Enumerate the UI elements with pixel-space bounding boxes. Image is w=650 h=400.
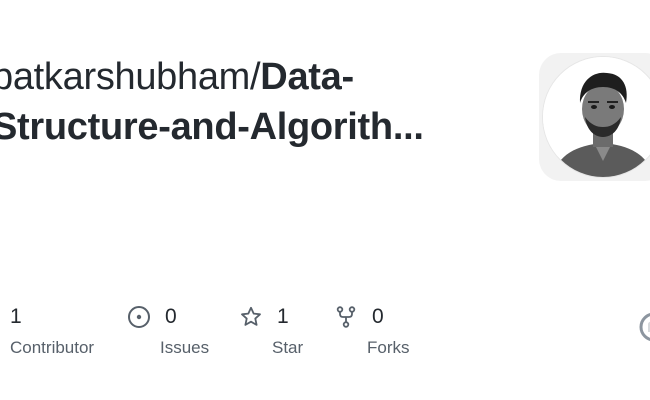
repo-social-card: patkarshubham/Data- Structure-and-Algori… [0, 0, 650, 400]
forks-count: 0 [372, 305, 384, 328]
stars-label: Star [272, 338, 304, 357]
github-logo-icon [639, 312, 650, 342]
repo-owner: patkarshubham/ [0, 56, 261, 98]
stars-count: 1 [277, 305, 289, 328]
fork-icon [334, 305, 358, 329]
contributors-label: Contributor [10, 338, 95, 357]
forks-label: Forks [367, 338, 410, 357]
stat-stars[interactable]: 1 Star [239, 302, 303, 358]
stat-forks[interactable]: 0 Forks [334, 302, 410, 358]
star-icon [239, 305, 263, 329]
stat-contributors[interactable]: 1 Contributor [10, 302, 94, 358]
issues-label: Issues [160, 338, 210, 357]
repo-name-line2: Structure-and-Algorith... [0, 106, 424, 148]
issues-count: 0 [165, 305, 177, 328]
contributors-count: 1 [10, 305, 22, 328]
issue-opened-icon [127, 305, 151, 329]
repo-name-line1: Data- [260, 56, 354, 98]
stat-issues[interactable]: 0 Issues [127, 302, 209, 358]
repo-title[interactable]: patkarshubham/Data- Structure-and-Algori… [0, 52, 472, 152]
